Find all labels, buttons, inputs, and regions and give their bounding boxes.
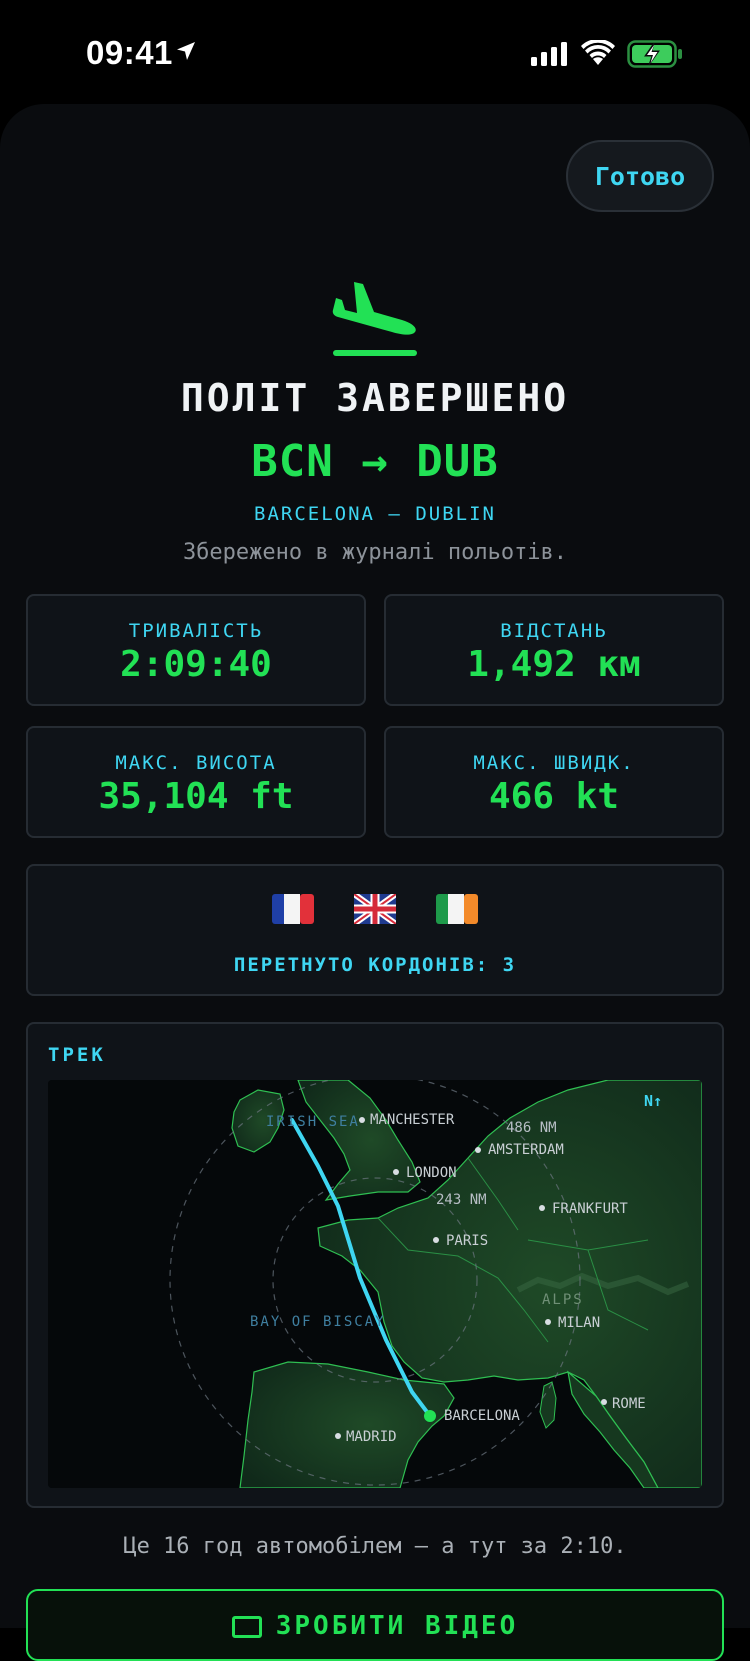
track-map[interactable]: IRISH SEA MANCHESTER 486 NM AMSTERDAM LO… [48, 1080, 702, 1488]
done-button[interactable]: Готово [566, 140, 714, 212]
map-label-ring-inner: 243 NM [436, 1192, 487, 1208]
stat-label: ТРИВАЛІСТЬ [128, 620, 264, 642]
stat-card-max-altitude: МАКС. ВИСОТА 35,104 ft [26, 726, 366, 838]
flag-france-icon [272, 894, 315, 924]
location-arrow-icon [177, 42, 195, 60]
map-label-paris: PARIS [446, 1233, 488, 1249]
map-label-manchester: MANCHESTER [370, 1112, 455, 1128]
north-indicator: N↑ [644, 1092, 662, 1110]
stat-card-duration: ТРИВАЛІСТЬ 2:09:40 [26, 594, 366, 706]
map-label-milan: MILAN [558, 1315, 600, 1331]
wifi-icon [581, 40, 615, 65]
track-card: ТРЕК IRISH SEA MANCHESTER 486 NM AMSTERD… [26, 1022, 724, 1508]
plane-landing-icon [332, 282, 417, 356]
stat-label: МАКС. ШВИДК. [473, 752, 635, 774]
cellular-signal-icon [531, 42, 567, 66]
comparison-caption: Це 16 год автомобілем — а тут за 2:10. [123, 1534, 627, 1559]
map-label-barcelona: BARCELONA [444, 1408, 520, 1424]
map-label-frankfurt: FRANKFURT [552, 1201, 628, 1217]
flag-ireland-icon [435, 894, 478, 924]
stat-card-max-speed: МАКС. ШВИДК. 466 kt [384, 726, 724, 838]
map-label-london: LONDON [406, 1165, 457, 1181]
flags-row [28, 894, 722, 924]
stat-label: ВІДСТАНЬ [500, 620, 608, 642]
stat-value: 466 kt [488, 776, 620, 817]
map-label-madrid: MADRID [346, 1429, 397, 1445]
route-cities: BARCELONA — DUBLIN [254, 503, 496, 525]
map-label-bay-of-biscay: BAY OF BISCAY [250, 1314, 386, 1330]
film-icon [231, 1615, 262, 1638]
make-video-label: ЗРОБИТИ ВІДЕО [275, 1611, 519, 1641]
saved-note: Збережено в журналі польотів. [182, 540, 568, 565]
page-title: ПОЛІТ ЗАВЕРШЕНО [180, 376, 570, 420]
map-label-amsterdam: AMSTERDAM [488, 1142, 564, 1158]
make-video-button[interactable]: ЗРОБИТИ ВІДЕО [26, 1589, 724, 1661]
map-label-rome: ROME [612, 1396, 646, 1412]
stat-value: 1,492 км [467, 644, 641, 685]
stat-card-distance: ВІДСТАНЬ 1,492 км [384, 594, 724, 706]
status-time: 09:41 [86, 34, 173, 71]
arrival-marker [424, 1410, 436, 1422]
route-code: BCN → DUB [251, 436, 499, 487]
map-label-alps: ALPS [542, 1292, 584, 1308]
battery-charging-icon [627, 40, 682, 68]
borders-crossed-count: ПЕРЕТНУТО КОРДОНІВ: 3 [233, 954, 517, 976]
map-label-irish-sea: IRISH SEA [266, 1114, 360, 1130]
track-label: ТРЕК [48, 1044, 106, 1066]
make-video-label-row: ЗРОБИТИ ВІДЕО [28, 1611, 722, 1641]
borders-card: ПЕРЕТНУТО КОРДОНІВ: 3 [26, 864, 724, 996]
stat-value: 2:09:40 [120, 644, 272, 685]
stat-value: 35,104 ft [98, 776, 294, 817]
flag-uk-icon [354, 894, 396, 924]
stat-label: МАКС. ВИСОТА [115, 752, 277, 774]
dynamic-island [268, 22, 482, 86]
map-label-ring-outer: 486 NM [506, 1120, 557, 1136]
map-canvas: IRISH SEA MANCHESTER 486 NM AMSTERDAM LO… [48, 1080, 702, 1488]
status-bar: 09:41 [0, 0, 750, 110]
